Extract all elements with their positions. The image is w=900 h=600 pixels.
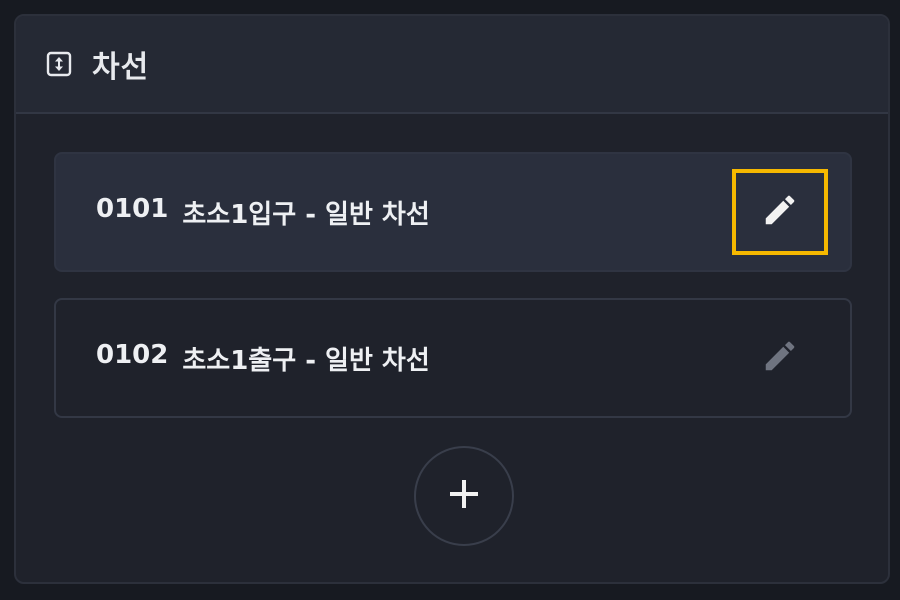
lane-name: 초소1입구 - 일반 차선 xyxy=(182,199,430,230)
lane-item-0102[interactable]: 0102 초소1출구 - 일반 차선 xyxy=(54,298,852,418)
panel-title: 차선 xyxy=(92,50,150,85)
pencil-icon xyxy=(761,191,799,233)
lane-code: 0102 xyxy=(96,339,169,370)
plus-icon xyxy=(447,477,481,515)
lane-list: 0101 초소1입구 - 일반 차선 0102 초소1출구 - 일반 차선 xyxy=(54,152,852,444)
lane-label: 0102 초소1출구 - 일반 차선 xyxy=(96,340,732,377)
lane-item-0101[interactable]: 0101 초소1입구 - 일반 차선 xyxy=(54,152,852,272)
panel-header: 차선 xyxy=(16,16,888,114)
swap-vertical-box-icon xyxy=(46,51,72,77)
add-lane-button[interactable] xyxy=(414,446,514,546)
lane-name: 초소1출구 - 일반 차선 xyxy=(182,345,430,376)
add-lane-wrapper xyxy=(16,446,888,546)
lane-panel: 차선 0101 초소1입구 - 일반 차선 0102 초소1출구 - 일반 차선 xyxy=(14,14,890,584)
edit-lane-button[interactable] xyxy=(732,315,828,401)
edit-lane-button[interactable] xyxy=(732,169,828,255)
lane-label: 0101 초소1입구 - 일반 차선 xyxy=(96,194,732,231)
pencil-icon xyxy=(761,337,799,379)
lane-code: 0101 xyxy=(96,193,169,224)
